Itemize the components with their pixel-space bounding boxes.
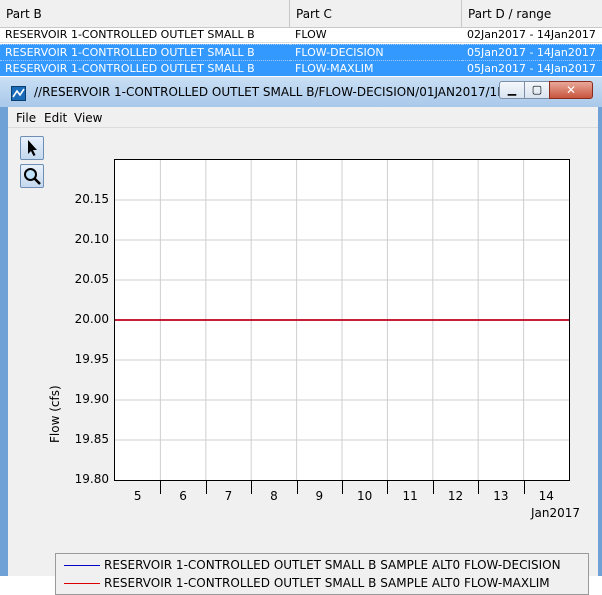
x-tick-mark (205, 480, 207, 494)
x-tick-mark (251, 480, 253, 494)
x-axis-unit-label: Jan2017 (531, 506, 581, 520)
legend-label: RESERVOIR 1-CONTROLLED OUTLET SMALL B SA… (104, 576, 550, 590)
cell-part-c: FLOW-MAXLIM (290, 60, 462, 76)
x-tick-label: 8 (270, 489, 278, 503)
maximize-button[interactable]: ▢ (524, 81, 550, 99)
table-row[interactable]: RESERVOIR 1-CONTROLLED OUTLET SMALL B FL… (0, 60, 602, 76)
cell-part-b: RESERVOIR 1-CONTROLLED OUTLET SMALL B (0, 44, 290, 60)
chart-legend: RESERVOIR 1-CONTROLLED OUTLET SMALL B SA… (55, 553, 589, 595)
y-tick-label: 20.15 (74, 192, 109, 206)
minimize-icon: ▁ (507, 83, 517, 96)
x-tick-mark (523, 480, 525, 494)
menu-bar: File Edit View (8, 107, 598, 128)
table-row[interactable]: RESERVOIR 1-CONTROLLED OUTLET SMALL B FL… (0, 44, 602, 60)
plot-canvas (115, 160, 569, 480)
cell-part-d: 05Jan2017 - 14Jan2017 (462, 44, 602, 60)
x-tick-label: 14 (538, 489, 554, 503)
x-tick-label: 13 (493, 489, 509, 503)
x-tick-label: 11 (402, 489, 418, 503)
x-tick-mark (387, 480, 389, 494)
x-tick-label: 7 (224, 489, 233, 503)
legend-item[interactable]: RESERVOIR 1-CONTROLLED OUTLET SMALL B SA… (56, 557, 590, 575)
window-client-area: File Edit View Flow (cfs) 20.15 20.10 20.0… (8, 107, 598, 595)
arrow-cursor-icon (28, 140, 37, 156)
legend-swatch-flow-maxlim (64, 583, 100, 584)
menu-edit[interactable]: Edit (44, 111, 67, 125)
x-tick-label: 5 (133, 489, 142, 503)
x-tick-mark (160, 480, 162, 494)
cell-part-d: 05Jan2017 - 14Jan2017 (462, 60, 602, 76)
table-row[interactable]: RESERVOIR 1-CONTROLLED OUTLET SMALL B FL… (0, 27, 602, 43)
column-header-part-c[interactable]: Part C (290, 0, 462, 27)
x-tick-label: 10 (357, 489, 373, 503)
minimize-button[interactable]: ▁ (499, 81, 525, 99)
table-header: Part B Part C Part D / range (0, 0, 602, 28)
cell-part-d: 02Jan2017 - 14Jan2017 (462, 27, 602, 43)
column-header-part-d[interactable]: Part D / range (462, 0, 602, 27)
y-tick-label: 19.80 (74, 472, 109, 486)
maximize-icon: ▢ (531, 83, 543, 96)
close-button[interactable]: ✕ (549, 81, 593, 99)
x-tick-mark (296, 480, 298, 494)
menu-file[interactable]: File (16, 111, 36, 125)
x-tick-mark (432, 480, 434, 494)
pointer-tool-button[interactable] (20, 136, 44, 160)
cell-part-b: RESERVOIR 1-CONTROLLED OUTLET SMALL B (0, 60, 290, 76)
zoom-tool-button[interactable] (20, 164, 44, 188)
y-tick-label: 20.10 (74, 232, 109, 246)
magnifier-icon (24, 168, 41, 185)
x-tick-label: 6 (179, 489, 187, 503)
y-tick-label: 19.90 (74, 392, 109, 406)
column-header-part-b[interactable]: Part B (0, 0, 290, 27)
legend-label: RESERVOIR 1-CONTROLLED OUTLET SMALL B SA… (104, 558, 561, 572)
x-tick-mark (342, 480, 343, 494)
cell-part-c: FLOW (290, 27, 462, 43)
y-tick-label: 20.05 (74, 272, 109, 286)
plot-window: //RESERVOIR 1-CONTROLLED OUTLET SMALL B/… (0, 77, 602, 595)
y-tick-label: 19.85 (74, 432, 109, 446)
y-tick-label: 19.95 (74, 352, 109, 366)
menu-view[interactable]: View (74, 111, 102, 125)
y-tick-label: 20.00 (74, 312, 109, 326)
plot-app-icon (11, 86, 26, 101)
cell-part-c: FLOW-DECISION (290, 44, 462, 60)
legend-swatch-flow-decision (64, 565, 100, 566)
window-titlebar[interactable]: //RESERVOIR 1-CONTROLLED OUTLET SMALL B/… (0, 77, 602, 107)
x-tick-label: 9 (315, 489, 324, 503)
window-title: //RESERVOIR 1-CONTROLLED OUTLET SMALL B/… (34, 85, 536, 99)
close-icon: ✕ (565, 83, 577, 97)
legend-item[interactable]: RESERVOIR 1-CONTROLLED OUTLET SMALL B SA… (56, 575, 590, 593)
x-tick-mark (478, 480, 480, 494)
plot-area[interactable] (114, 159, 570, 481)
x-tick-label: 12 (447, 489, 464, 503)
cell-part-b: RESERVOIR 1-CONTROLLED OUTLET SMALL B (0, 27, 290, 43)
